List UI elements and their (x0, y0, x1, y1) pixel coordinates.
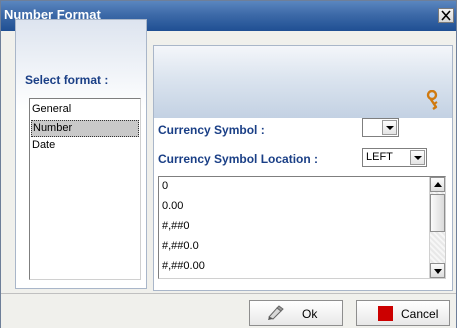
options-header (154, 46, 452, 118)
close-button[interactable] (438, 8, 454, 23)
ok-label: Ok (302, 307, 318, 321)
key-icon (426, 90, 438, 110)
pattern-item[interactable]: 0 (162, 178, 422, 195)
close-icon (441, 10, 451, 21)
pencil-check-icon (268, 305, 284, 320)
currency-symbol-select[interactable] (362, 118, 399, 137)
cancel-label: Cancel (401, 307, 439, 321)
red-square-icon (378, 306, 393, 321)
currency-location-value: LEFT (366, 151, 393, 163)
currency-symbol-label: Currency Symbol : (158, 123, 265, 137)
pattern-item[interactable]: #,##0 (162, 218, 422, 235)
format-item-date[interactable]: Date (31, 138, 139, 155)
currency-location-label: Currency Symbol Location : (158, 152, 319, 166)
dialog-footer: Ok Cancel (1, 293, 456, 328)
format-list[interactable]: General Number Date (29, 98, 141, 280)
chevron-down-icon[interactable] (382, 120, 397, 135)
format-item-general[interactable]: General (31, 102, 139, 119)
number-pattern-list[interactable]: 0 0.00 #,##0 #,##0.0 #,##0.00 (158, 176, 446, 279)
pattern-list-scrollbar[interactable] (429, 177, 445, 278)
ok-button[interactable]: Ok (249, 300, 343, 326)
scroll-thumb[interactable] (430, 194, 445, 232)
scroll-down-button[interactable] (430, 263, 445, 278)
format-item-number[interactable]: Number (31, 120, 139, 137)
select-format-label: Select format : (25, 73, 109, 87)
chevron-down-icon[interactable] (410, 150, 425, 165)
currency-location-select[interactable]: LEFT (362, 148, 427, 167)
number-format-dialog: Number Format Select format : General Nu… (0, 0, 457, 328)
scroll-up-button[interactable] (430, 177, 445, 192)
pattern-item[interactable]: #,##0.00 (162, 258, 422, 275)
pattern-item[interactable]: #,##0.0 (162, 238, 422, 255)
pattern-item[interactable]: 0.00 (162, 198, 422, 215)
cancel-button[interactable]: Cancel (356, 300, 450, 326)
